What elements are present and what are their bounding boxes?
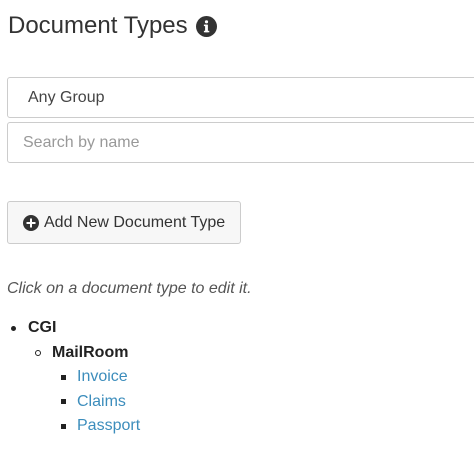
tree-subgroup-label: MailRoom — [52, 343, 129, 361]
document-type-item: Invoice — [0, 365, 140, 390]
bullet-square-icon — [61, 399, 66, 405]
document-type-tree: CGI MailRoom Invoice Claims Passport — [0, 316, 140, 439]
bullet-circle-icon — [35, 349, 41, 356]
document-type-link-passport[interactable]: Passport — [77, 416, 140, 436]
bullet-disc-icon — [11, 325, 16, 331]
add-button-label: Add New Document Type — [44, 213, 226, 231]
page-title: Document Types — [8, 12, 188, 39]
plus-circle-icon — [23, 214, 39, 231]
tree-subgroup-item: MailRoom — [0, 341, 140, 366]
document-type-link-claims[interactable]: Claims — [77, 392, 126, 412]
group-select-value: Any Group — [28, 88, 105, 106]
edit-hint: Click on a document type to edit it. — [7, 280, 252, 297]
document-type-item: Claims — [0, 390, 140, 415]
title-row: Document Types — [8, 11, 217, 41]
bullet-square-icon — [61, 374, 66, 380]
tree-group-item: CGI — [0, 316, 140, 341]
document-type-link-invoice[interactable]: Invoice — [77, 367, 128, 387]
info-icon[interactable] — [195, 15, 217, 37]
group-select[interactable]: Any Group — [7, 77, 474, 118]
add-document-type-button[interactable]: Add New Document Type — [7, 201, 242, 244]
document-type-item: Passport — [0, 414, 140, 439]
search-input[interactable] — [7, 122, 474, 163]
document-types-page: Document Types Any Group Add New Documen… — [0, 0, 474, 476]
tree-group-label: CGI — [28, 319, 57, 337]
bullet-square-icon — [61, 423, 66, 429]
